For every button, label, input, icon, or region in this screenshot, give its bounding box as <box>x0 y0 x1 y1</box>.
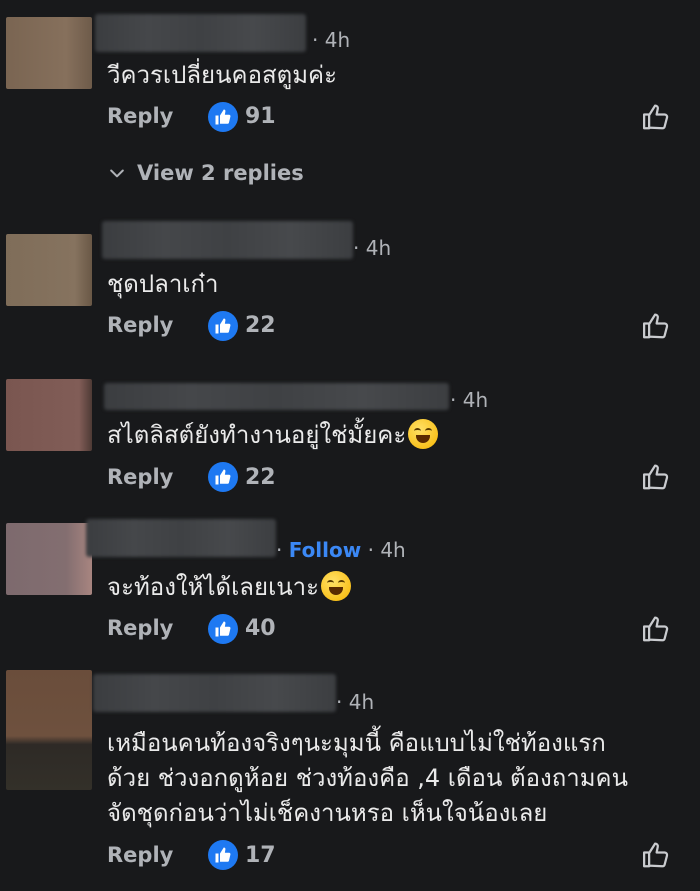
like-button-icon[interactable] <box>641 614 671 644</box>
avatar[interactable] <box>6 523 92 595</box>
like-button-icon[interactable] <box>641 311 671 341</box>
like-reaction-icon <box>208 840 238 870</box>
like-count: 91 <box>245 104 276 129</box>
reply-button[interactable]: Reply <box>107 465 173 489</box>
comment-timestamp: · 4h <box>353 236 392 260</box>
commenter-name[interactable] <box>102 221 353 259</box>
like-reaction-icon <box>208 102 238 132</box>
like-button-icon[interactable] <box>641 462 671 492</box>
commenter-name[interactable] <box>86 519 276 557</box>
laughing-tears-emoji <box>408 419 439 449</box>
reply-button[interactable]: Reply <box>107 616 173 640</box>
like-reaction-icon <box>208 614 238 644</box>
like-count: 22 <box>245 313 276 338</box>
reply-button[interactable]: Reply <box>107 313 173 337</box>
like-button-icon[interactable] <box>641 840 671 870</box>
reply-button[interactable]: Reply <box>107 104 173 128</box>
commenter-name[interactable] <box>93 674 336 712</box>
like-count: 17 <box>245 843 276 868</box>
like-reaction-icon <box>208 311 238 341</box>
comment-timestamp: · 4h <box>450 388 489 412</box>
comment-text: เหมือนคนท้องจริงๆนะมุมนี้ คือแบบไม่ใช่ท้… <box>107 729 629 827</box>
comment-timestamp: · 4h <box>336 690 375 714</box>
avatar[interactable] <box>6 379 92 451</box>
comment-text: จะท้องให้ได้เลยเนาะ <box>107 570 352 605</box>
like-reaction-icon <box>208 462 238 492</box>
comment-text: วีควรเปลี่ยนคอสตูมค่ะ <box>107 61 337 89</box>
follow-button[interactable]: Follow <box>289 538 362 562</box>
comment-timestamp: · 4h <box>312 28 351 52</box>
like-count: 22 <box>245 465 276 490</box>
view-replies-button[interactable]: View 2 replies <box>107 161 304 185</box>
grinning-sweat-emoji <box>321 571 352 601</box>
commenter-name[interactable] <box>95 14 306 52</box>
comment-text: ชุดปลาเก๋า <box>107 270 219 298</box>
comment-timestamp: · Follow · 4h <box>276 538 406 562</box>
avatar[interactable] <box>6 17 92 89</box>
commenter-name[interactable] <box>104 383 449 410</box>
avatar[interactable] <box>6 234 92 306</box>
chevron-down-icon <box>110 169 124 178</box>
reply-button[interactable]: Reply <box>107 843 173 867</box>
comment-text: สไตลิสต์ยังทำงานอยู่ใช่มั้ยคะ <box>107 418 439 453</box>
like-button-icon[interactable] <box>641 102 671 132</box>
avatar[interactable] <box>6 670 92 790</box>
like-count: 40 <box>245 616 276 641</box>
